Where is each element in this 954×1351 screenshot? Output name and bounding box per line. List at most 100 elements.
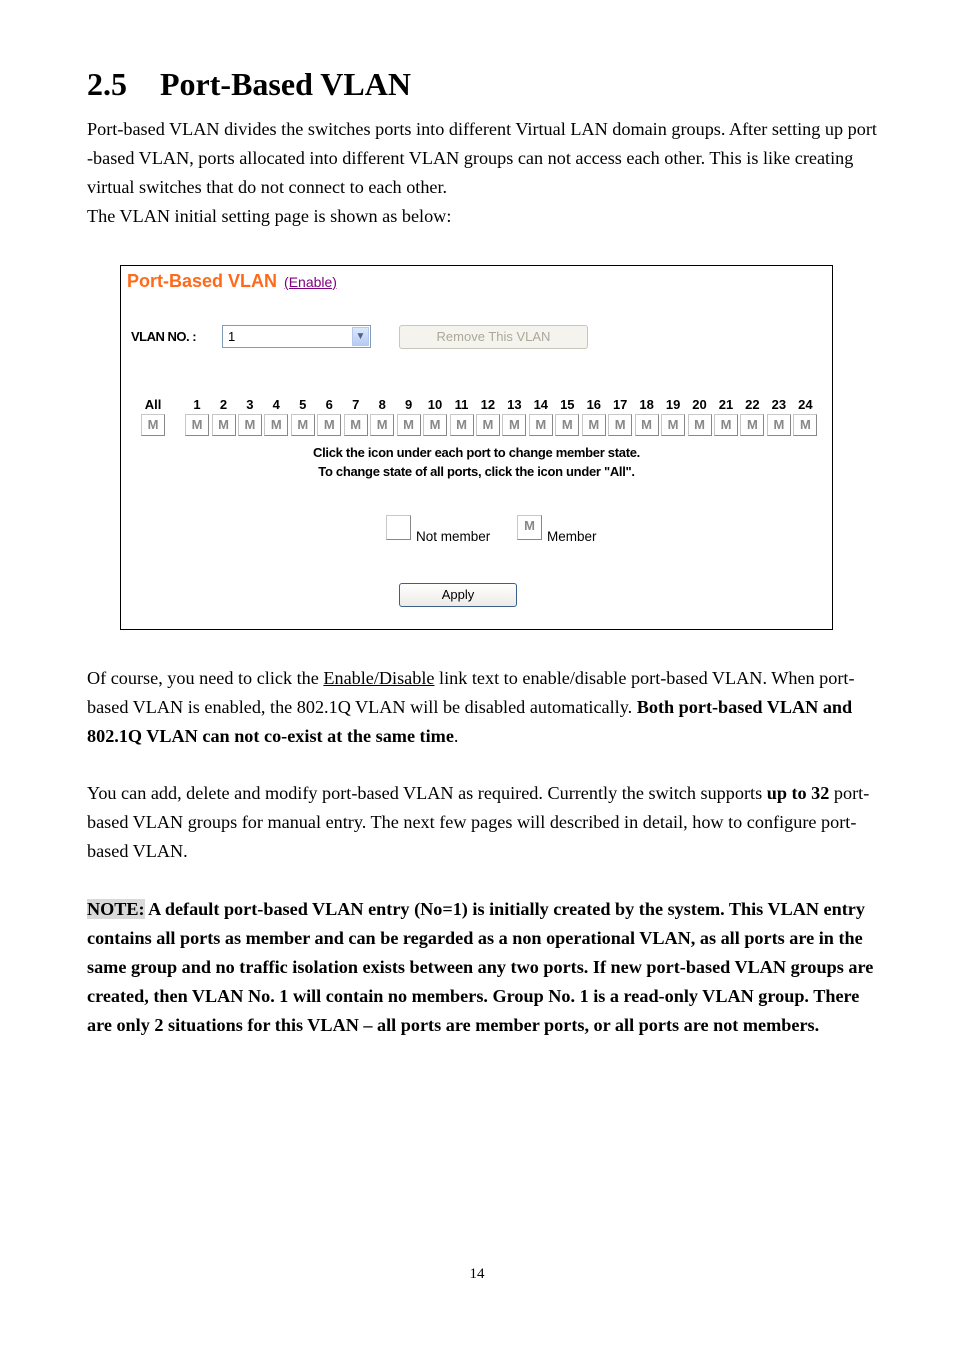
port-24: 24 M: [792, 397, 818, 436]
port-member-toggle[interactable]: M: [449, 414, 474, 436]
port-label: 23: [771, 397, 787, 412]
port-member-toggle[interactable]: M: [290, 414, 315, 436]
port-member-toggle[interactable]: M: [793, 414, 818, 436]
panel-title: Port-Based VLAN (Enable): [127, 271, 337, 292]
para2-text-a: Of course, you need to click the: [87, 668, 324, 688]
port-all: All M: [140, 397, 166, 436]
legend-not-member-text: Not member: [416, 529, 491, 544]
port-member-toggle[interactable]: M: [317, 414, 342, 436]
port-label: 20: [692, 397, 707, 412]
hint-line-2: To change state of all ports, click the …: [318, 464, 635, 479]
port-label: 22: [745, 397, 760, 412]
port-member-toggle[interactable]: M: [370, 414, 395, 436]
port-label: 8: [378, 397, 386, 412]
port-member-toggle[interactable]: M: [211, 414, 236, 436]
port-member-toggle[interactable]: M: [502, 414, 527, 436]
port-label: 14: [533, 397, 549, 412]
port-label: 2: [219, 397, 228, 412]
port-label: 17: [612, 397, 628, 412]
port-member-toggle[interactable]: M: [714, 414, 738, 436]
port-22: 22 M: [739, 397, 765, 436]
apply-button[interactable]: Apply: [399, 583, 517, 607]
intro-paragraph: Port-based VLAN divides the switches por…: [87, 115, 877, 231]
port-5: 5M: [290, 397, 316, 436]
note-paragraph: NOTE: A default port-based VLAN entry (N…: [87, 895, 877, 1040]
port-4: 4M: [263, 397, 289, 436]
port-label: 7: [352, 397, 360, 412]
port-15: 15 M: [554, 397, 580, 436]
port-member-toggle[interactable]: M: [740, 414, 765, 436]
port-11: 11 M: [449, 397, 475, 436]
port-all-label: All: [144, 397, 162, 412]
port-member-toggle[interactable]: M: [766, 414, 791, 436]
panel-title-text: Port-Based VLAN: [127, 271, 278, 291]
enable-disable-link-text: Enable/Disable: [323, 668, 435, 688]
port-member-toggle[interactable]: M: [555, 414, 580, 436]
not-member-icon: [386, 515, 411, 540]
port-member-toggle[interactable]: M: [475, 414, 500, 436]
port-label: 16: [586, 397, 602, 412]
port-label: 6: [325, 397, 333, 412]
port-7: 7M: [343, 397, 369, 436]
port-label: 5: [299, 397, 307, 412]
page-number: 14: [469, 1266, 485, 1282]
port-member-toggle[interactable]: M: [528, 414, 553, 436]
chevron-down-icon[interactable]: ▼: [352, 327, 369, 346]
port-9: 9M: [396, 397, 422, 436]
port-member-toggle[interactable]: M: [581, 414, 606, 436]
vlan-no-label: VLAN NO. :: [131, 329, 197, 344]
port-label: 3: [246, 397, 254, 412]
port-label: 12: [480, 397, 496, 412]
port-20: 20 M: [687, 397, 713, 436]
port-13: 13 M: [501, 397, 527, 436]
port-member-toggle[interactable]: M: [185, 414, 209, 436]
port-14: 14 M: [528, 397, 554, 436]
port-member-toggle[interactable]: M: [264, 414, 289, 436]
vlan-no-value: 1: [228, 329, 236, 344]
section-heading: 2.5 Port-Based VLAN: [87, 66, 411, 103]
remove-vlan-button[interactable]: Remove This VLAN: [399, 325, 588, 349]
port-label: 24: [798, 397, 813, 412]
intro-text-2: The VLAN initial setting page is shown a…: [87, 206, 452, 226]
port-12: 12 M: [475, 397, 501, 436]
hint-line-1: Click the icon under each port to change…: [313, 445, 640, 460]
port-8: 8M: [369, 397, 395, 436]
port-18: 18 M: [634, 397, 660, 436]
port-label: 18: [639, 397, 654, 412]
enable-link[interactable]: (Enable): [284, 274, 337, 290]
port-label: 10: [427, 397, 443, 412]
para3-text-a: You can add, delete and modify port-base…: [87, 783, 767, 803]
port-17: 17 M: [607, 397, 633, 436]
port-label: 13: [507, 397, 522, 412]
port-3: 3M: [237, 397, 263, 436]
port-member-toggle[interactable]: M: [343, 414, 368, 436]
port-label: 1: [193, 397, 201, 412]
port-19: 19 M: [660, 397, 686, 436]
para2-text-c: .: [453, 726, 459, 746]
port-member-toggle[interactable]: M: [634, 414, 659, 436]
port-member-toggle[interactable]: M: [661, 414, 686, 436]
member-icon: M: [517, 515, 542, 540]
port-label: 9: [404, 397, 413, 412]
section-title: Port-Based VLAN: [160, 66, 411, 102]
vlan-no-select[interactable]: 1 ▼: [222, 325, 371, 348]
port-label: 4: [272, 397, 280, 412]
port-label: 15: [560, 397, 575, 412]
port-23: 23 M: [766, 397, 792, 436]
port-all-toggle[interactable]: M: [141, 414, 165, 436]
para3-bold: up to 32: [766, 783, 830, 803]
port-21: 21 M: [713, 397, 739, 436]
port-member-toggle[interactable]: M: [423, 414, 447, 436]
port-2: 2M: [211, 397, 237, 436]
note-text: A default port-based VLAN entry (No=1) i…: [87, 899, 874, 1035]
port-member-toggle[interactable]: M: [237, 414, 262, 436]
port-member-toggle[interactable]: M: [396, 414, 421, 436]
section-number: 2.5: [87, 66, 127, 102]
vlan-settings-screenshot: Port-Based VLAN (Enable) VLAN NO. : 1 ▼ …: [120, 265, 833, 630]
port-row: All M 1 M 2 M 3 M 4 M 5 M 6 M 7 M 8 M 9 M 10 M 11 M 12 M 13 M 14 M 1…: [121, 397, 832, 442]
legend-member-text: Member: [547, 529, 597, 544]
port-6: 6M: [316, 397, 342, 436]
capacity-paragraph: You can add, delete and modify port-base…: [87, 779, 877, 866]
port-member-toggle[interactable]: M: [608, 414, 633, 436]
port-member-toggle[interactable]: M: [687, 414, 712, 436]
